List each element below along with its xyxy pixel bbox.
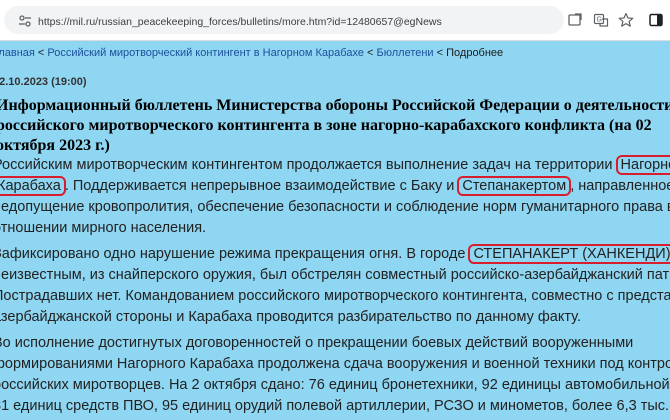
translate-icon[interactable]: G [593,12,609,28]
text-line: Российским миротворческим контингентом п… [0,155,670,176]
breadcrumb-separator: < [433,47,447,59]
open-in-app-icon[interactable] [567,12,583,28]
text-line: отношении мирного населения. [0,220,207,236]
breadcrumb-home-link[interactable]: Главная [0,47,35,59]
text-span: . Поддерживается непрерывное взаимодейст… [64,178,459,194]
paragraph-1: Российским миротворческим контингентом п… [0,155,670,239]
article-title: Информационный бюллетень Министерства об… [0,96,670,156]
text-line: азербайджанской стороны и Карабаха прово… [0,309,581,325]
text-line: 81 единиц средств ПВО, 95 единиц орудий … [0,398,670,414]
breadcrumb-separator: < [363,47,377,59]
highlighted-text: Карабаха [0,176,66,196]
side-panel-icon[interactable] [648,12,664,28]
text-line: российских миротворцев. На 2 октября сда… [0,377,670,393]
breadcrumb-section-link[interactable]: Российский миротворческий контингент в Н… [47,47,364,59]
text-line: неизвестным, из снайперского оружия, был… [0,267,670,283]
text-line: недопущение кровопролития, обеспечение б… [0,199,670,215]
svg-text:G: G [597,17,602,24]
text-span: , направленное на [570,178,670,194]
text-line: формированиями Нагорного Карабаха продол… [0,356,670,372]
breadcrumb-current: Подробнее [446,47,504,59]
title-line: октября 2023 г.) [0,137,110,154]
url-text[interactable]: https://mil.ru/russian_peacekeeping_forc… [38,16,442,28]
page-content: Главная < Российский миротворческий конт… [0,41,670,420]
breadcrumb: Главная < Российский миротворческий конт… [0,47,503,59]
highlighted-text: Нагорного [615,155,670,175]
text-line: Пострадавших нет. Командованием российск… [0,288,670,304]
text-span: Российским миротворческим контингентом п… [0,157,617,173]
bookmark-star-icon[interactable] [618,12,634,28]
site-info-icon[interactable] [18,14,32,28]
highlighted-text: Степанакертом [457,176,572,196]
breadcrumb-separator: < [34,47,48,59]
browser-toolbar: https://mil.ru/russian_peacekeeping_forc… [0,0,670,41]
text-line: Зафиксировано одно нарушение режима прек… [0,244,670,265]
title-line: Информационный бюллетень Министерства об… [0,97,670,114]
text-span: Зафиксировано одно нарушение режима прек… [0,246,470,262]
paragraph-3: Во исполнение достигнутых договоренносте… [0,333,670,417]
breadcrumb-bulletins-link[interactable]: Бюллетени [377,47,434,59]
text-line: Во исполнение достигнутых договоренносте… [0,335,634,351]
highlighted-text: СТЕПАНАКЕРТ (ХАНКЕНДИ) [468,244,670,264]
paragraph-2: Зафиксировано одно нарушение режима прек… [0,244,670,328]
article-date: 02.10.2023 (19:00) [0,76,87,88]
title-line: российского миротворческого контингента … [0,117,652,134]
text-line: Карабаха. Поддерживается непрерывное вза… [0,176,670,197]
